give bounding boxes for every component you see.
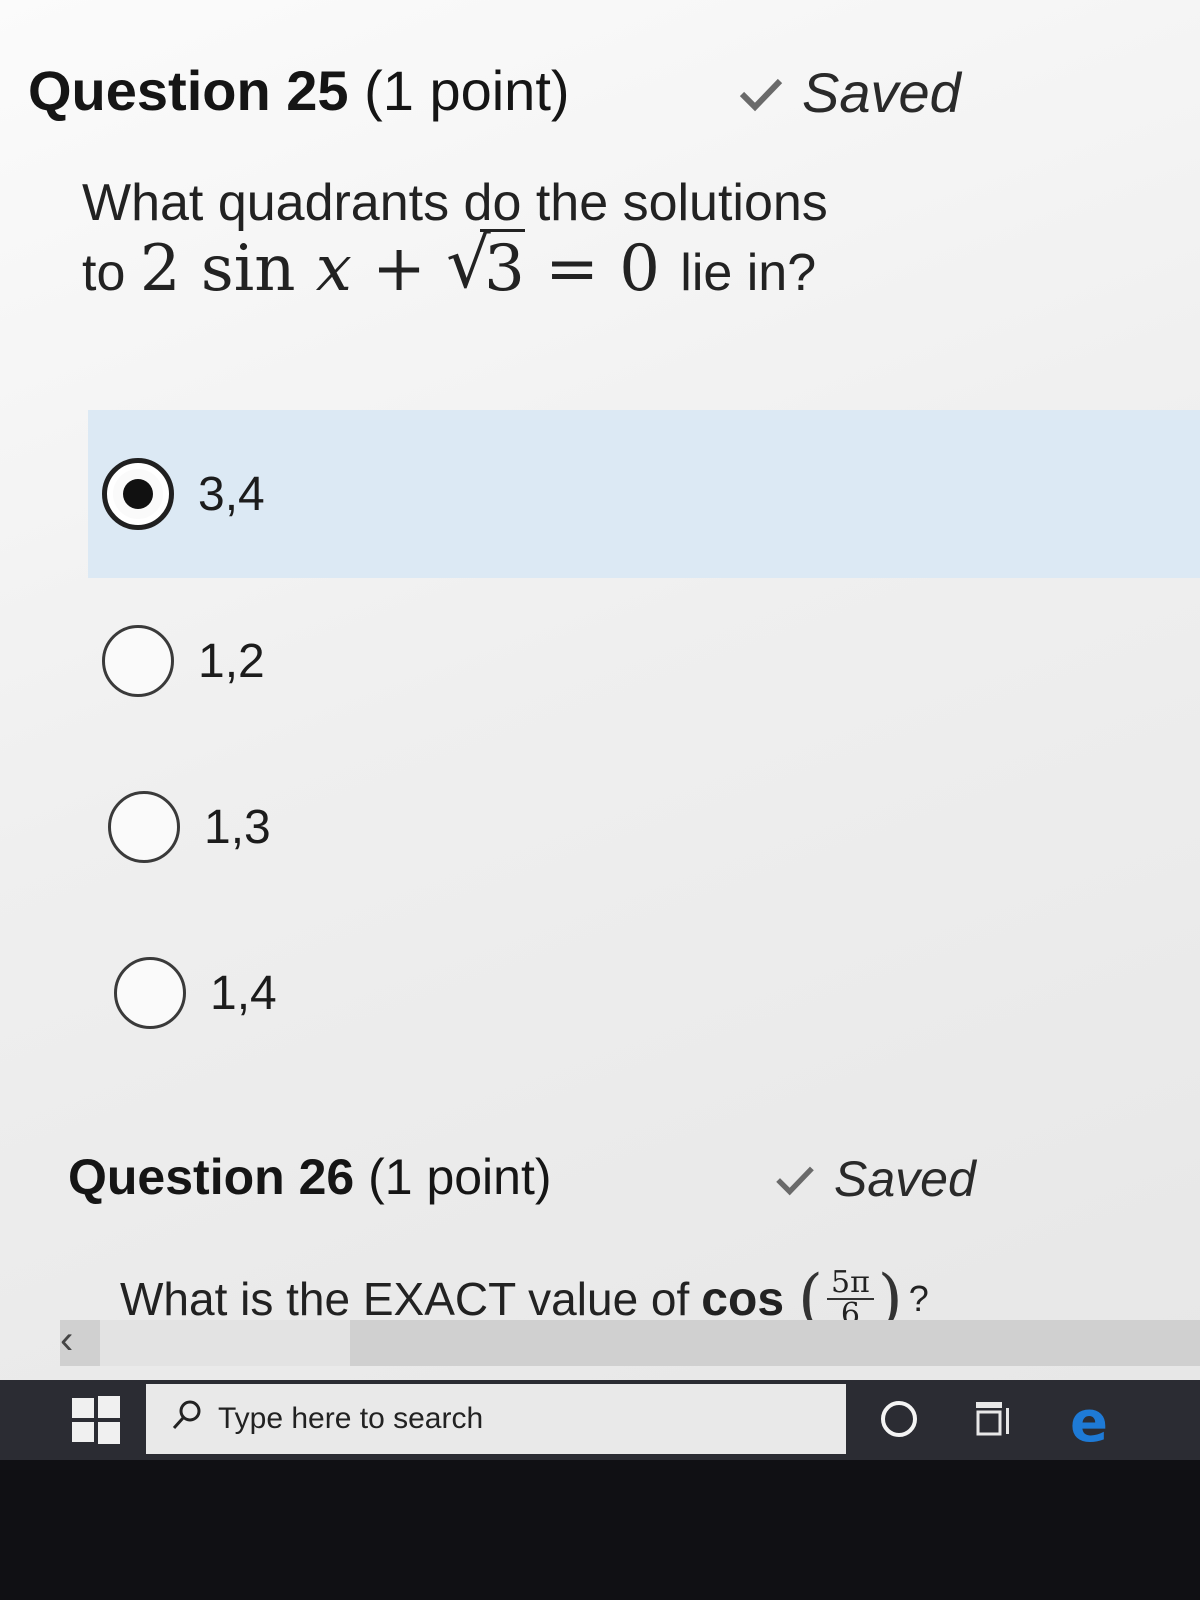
radio-button[interactable]: [114, 957, 186, 1029]
equation: 2 sin x + √ 3 = 0: [139, 222, 660, 306]
answer-option-1-3[interactable]: 1,3: [88, 744, 1200, 910]
option-label: 1,2: [198, 634, 265, 688]
question-title: Question 26: [68, 1149, 355, 1205]
radio-button[interactable]: [102, 625, 174, 697]
quiz-page: Question 25 (1 point) Saved What quadran…: [0, 0, 1200, 1478]
question-points: (1 point): [364, 59, 570, 122]
cos-function: cos: [701, 1272, 785, 1326]
scroll-left-arrow-icon[interactable]: ‹: [60, 1318, 73, 1363]
question-25-prompt: What quadrants do the solutions to 2 sin…: [82, 170, 828, 306]
prompt-line-2: to 2 sin x + √ 3 = 0 lie in?: [82, 222, 817, 306]
radio-button[interactable]: [108, 791, 180, 863]
question-25-header: Question 25 (1 point) Saved: [28, 58, 961, 124]
windows-start-icon[interactable]: [70, 1394, 122, 1446]
edge-browser-icon[interactable]: e: [1070, 1390, 1108, 1455]
answer-option-1-2[interactable]: 1,2: [88, 578, 1200, 744]
sqrt-expression: √ 3: [446, 222, 525, 306]
task-view-icon[interactable]: [972, 1398, 1014, 1440]
question-title: Question 25: [28, 59, 349, 122]
saved-status: Saved: [738, 60, 961, 125]
radio-button-selected[interactable]: [102, 458, 174, 530]
question-points: (1 point): [368, 1149, 552, 1205]
windows-taskbar: Type here to search e: [0, 1380, 1200, 1600]
checkmark-icon: [738, 60, 784, 125]
taskbar-row: Type here to search e: [0, 1380, 1200, 1460]
scrollbar-thumb[interactable]: [100, 1320, 350, 1366]
option-label: 1,3: [204, 800, 271, 854]
search-icon: [170, 1398, 204, 1440]
answer-options: 3,4 1,2 1,3 1,4: [88, 410, 1200, 1076]
saved-label: Saved: [802, 61, 961, 124]
horizontal-scrollbar[interactable]: [60, 1320, 1200, 1366]
cortana-circle-icon[interactable]: [878, 1398, 920, 1440]
option-label: 3,4: [198, 467, 265, 521]
taskbar-search-box[interactable]: Type here to search: [146, 1384, 846, 1454]
saved-label: Saved: [834, 1151, 976, 1207]
answer-option-1-4[interactable]: 1,4: [88, 910, 1200, 1076]
answer-option-3-4[interactable]: 3,4: [88, 410, 1200, 578]
saved-status: Saved: [774, 1150, 976, 1208]
checkmark-icon: [774, 1150, 816, 1208]
option-label: 1,4: [210, 966, 277, 1020]
search-placeholder: Type here to search: [218, 1402, 484, 1435]
question-26-header: Question 26 (1 point) Saved: [68, 1148, 976, 1207]
